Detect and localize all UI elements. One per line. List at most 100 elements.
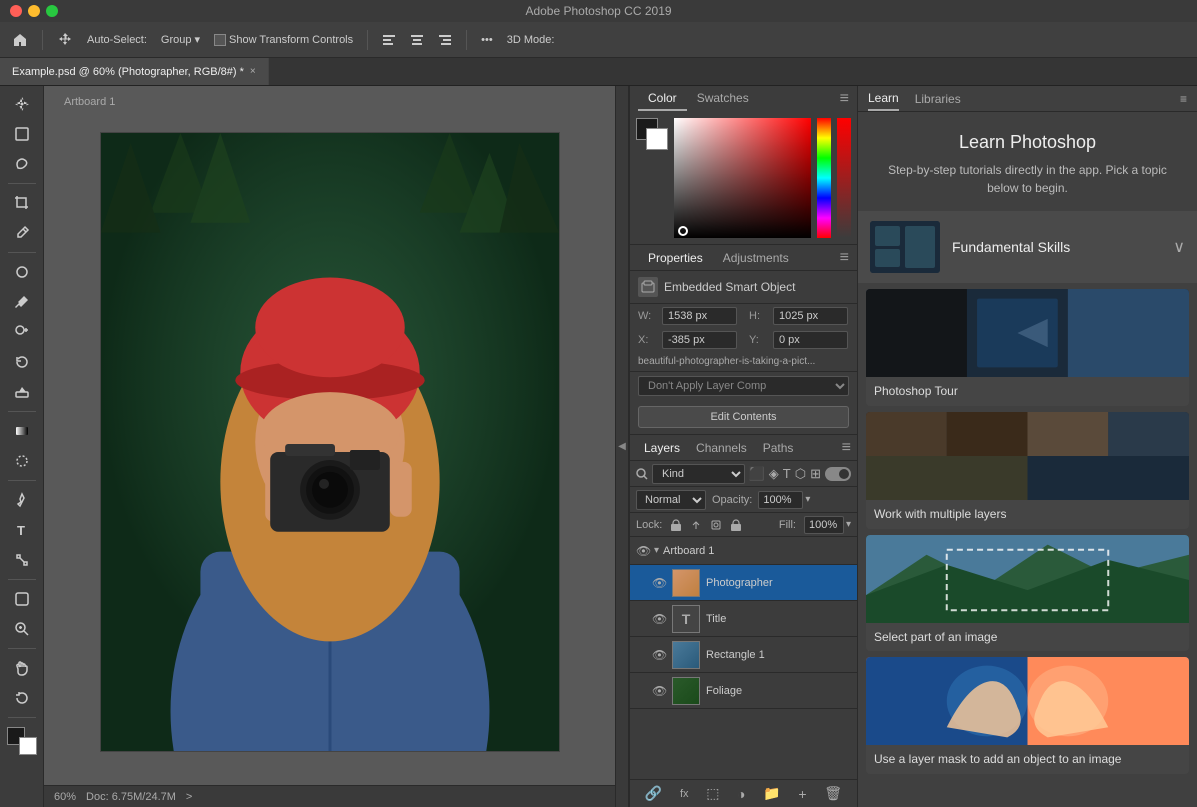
x-value[interactable]: -385 px xyxy=(662,331,737,349)
delete-layer-btn[interactable]: 🗑 xyxy=(818,783,848,804)
layer-item-photographer[interactable]: 👁 Photographer xyxy=(630,565,857,601)
color-tab[interactable]: Color xyxy=(638,87,687,111)
edit-contents-button[interactable]: Edit Contents xyxy=(638,406,849,428)
hand-tool-btn[interactable] xyxy=(7,654,37,682)
text-tool-btn[interactable]: T xyxy=(7,516,37,544)
adjustment-filter-icon[interactable]: ◈ xyxy=(769,466,779,482)
eye-icon-foliage[interactable]: 👁 xyxy=(652,684,666,698)
color-boxes[interactable] xyxy=(7,727,37,755)
color-swatches[interactable] xyxy=(636,118,668,150)
tutorial-card-layers[interactable]: Work with multiple layers xyxy=(866,412,1189,529)
heal-tool-btn[interactable] xyxy=(7,258,37,286)
clone-tool-btn[interactable] xyxy=(7,318,37,346)
path-tool-btn[interactable] xyxy=(7,546,37,574)
brush-tool-btn[interactable] xyxy=(7,288,37,316)
maximize-button[interactable] xyxy=(46,5,58,17)
pen-tool-btn[interactable] xyxy=(7,486,37,514)
color-panel-header[interactable]: Color Swatches ≡ xyxy=(630,86,857,112)
y-value[interactable]: 0 px xyxy=(773,331,848,349)
zoom-tool-btn[interactable] xyxy=(7,615,37,643)
fill-input[interactable] xyxy=(804,516,844,534)
align-center[interactable] xyxy=(406,31,428,49)
h-value[interactable]: 1025 px xyxy=(773,307,848,325)
crop-tool-btn[interactable] xyxy=(7,189,37,217)
new-group-btn[interactable]: 📁 xyxy=(757,783,786,804)
channels-tab[interactable]: Channels xyxy=(688,437,755,459)
blend-mode-select[interactable]: Normal xyxy=(636,490,706,510)
color-picker[interactable] xyxy=(674,118,811,238)
learn-tab[interactable]: Learn xyxy=(868,87,899,111)
pixel-filter-icon[interactable]: ⬛ xyxy=(749,466,765,482)
align-right[interactable] xyxy=(434,31,456,49)
adjustments-tab[interactable]: Adjustments xyxy=(713,247,799,269)
layers-tab[interactable]: Layers xyxy=(636,437,688,459)
eye-icon-rectangle1[interactable]: 👁 xyxy=(652,648,666,662)
lock-artboard-icon[interactable] xyxy=(710,519,722,531)
home-button[interactable] xyxy=(8,30,32,50)
gradient-tool-btn[interactable] xyxy=(7,417,37,445)
smartobject-filter-icon[interactable]: ⊞ xyxy=(810,466,821,482)
lock-all-icon[interactable] xyxy=(730,519,742,531)
eyedropper-tool-btn[interactable] xyxy=(7,219,37,247)
add-fx-btn[interactable]: fx xyxy=(674,786,695,802)
properties-menu[interactable]: ≡ xyxy=(840,249,849,267)
tutorial-card-tour[interactable]: Photoshop Tour xyxy=(866,289,1189,406)
transform-checkbox[interactable]: Show Transform Controls xyxy=(210,32,357,48)
eye-icon-photographer[interactable]: 👁 xyxy=(652,576,666,590)
tutorial-card-mask[interactable]: Use a layer mask to add an object to an … xyxy=(866,657,1189,774)
fundamental-skills-header[interactable]: Fundamental Skills ∨ xyxy=(858,211,1197,283)
lasso-tool-btn[interactable] xyxy=(7,150,37,178)
shape-filter-icon[interactable]: ⬡ xyxy=(795,466,806,482)
layers-menu[interactable]: ≡ xyxy=(842,439,851,457)
color-panel-menu[interactable]: ≡ xyxy=(840,90,849,108)
swatches-tab[interactable]: Swatches xyxy=(687,87,759,111)
tutorial-card-select[interactable]: Select part of an image xyxy=(866,535,1189,652)
window-controls[interactable] xyxy=(10,5,58,17)
eye-icon[interactable]: 👁 xyxy=(636,544,650,558)
layer-item-foliage[interactable]: 👁 Foliage xyxy=(630,673,857,709)
close-button[interactable] xyxy=(10,5,22,17)
layers-filter-select[interactable]: Kind xyxy=(652,464,745,484)
lock-position-icon[interactable] xyxy=(690,519,702,531)
color-spectrum[interactable] xyxy=(817,118,831,238)
new-layer-btn[interactable]: + xyxy=(792,784,812,804)
status-arrow[interactable]: > xyxy=(186,791,192,803)
bg-swatch[interactable] xyxy=(646,128,668,150)
add-mask-btn[interactable]: ⬚ xyxy=(700,783,725,804)
layer-comp-select[interactable]: Don't Apply Layer Comp xyxy=(638,376,849,396)
rotate-tool-btn[interactable] xyxy=(7,684,37,712)
opacity-input[interactable] xyxy=(758,491,803,509)
eraser-tool-btn[interactable] xyxy=(7,378,37,406)
collapse-handle[interactable]: ◀ xyxy=(615,86,629,807)
properties-tab[interactable]: Properties xyxy=(638,247,713,269)
document-tab[interactable]: Example.psd @ 60% (Photographer, RGB/8#)… xyxy=(0,58,269,85)
collapse-panel-icon[interactable]: ≡ xyxy=(1180,92,1187,106)
lock-pixel-icon[interactable] xyxy=(670,519,682,531)
new-adjustment-btn[interactable]: ◑ xyxy=(731,784,751,804)
layer-item-rectangle1[interactable]: 👁 Rectangle 1 xyxy=(630,637,857,673)
link-layers-btn[interactable]: 🔗 xyxy=(639,783,668,804)
color-alpha[interactable] xyxy=(837,118,851,238)
minimize-button[interactable] xyxy=(28,5,40,17)
w-value[interactable]: 1538 px xyxy=(662,307,737,325)
move-tool[interactable] xyxy=(53,30,77,50)
layer-group-artboard1[interactable]: 👁 ▾ Artboard 1 xyxy=(630,537,857,565)
paths-tab[interactable]: Paths xyxy=(755,437,802,459)
select-tool-btn[interactable] xyxy=(7,120,37,148)
eye-icon-title[interactable]: 👁 xyxy=(652,612,666,626)
filter-toggle[interactable] xyxy=(825,467,851,481)
type-filter-icon[interactable]: T xyxy=(783,466,791,481)
move-tool-btn[interactable] xyxy=(7,90,37,118)
blur-tool-btn[interactable] xyxy=(7,447,37,475)
libraries-tab[interactable]: Libraries xyxy=(915,88,961,110)
group-arrow-icon[interactable]: ▾ xyxy=(654,545,659,556)
opacity-chevron-icon[interactable]: ▾ xyxy=(805,494,810,505)
fill-chevron-icon[interactable]: ▾ xyxy=(846,519,851,530)
tab-close-button[interactable]: × xyxy=(250,66,256,77)
align-left[interactable] xyxy=(378,31,400,49)
more-options[interactable]: ••• xyxy=(477,32,497,48)
fundamental-arrow-icon[interactable]: ∨ xyxy=(1173,237,1185,257)
shape-tool-btn[interactable] xyxy=(7,585,37,613)
group-dropdown[interactable]: Group ▾ xyxy=(157,31,204,48)
layer-item-title[interactable]: 👁 T Title xyxy=(630,601,857,637)
